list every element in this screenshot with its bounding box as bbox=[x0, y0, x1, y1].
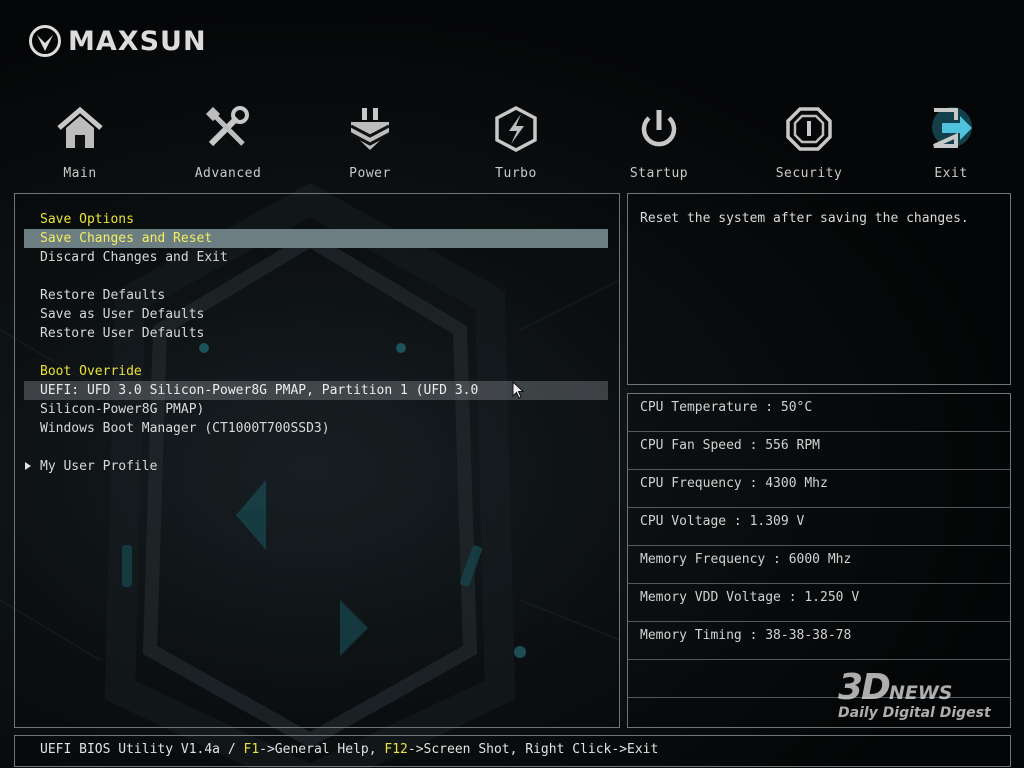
tab-turbo-label: Turbo bbox=[495, 166, 537, 181]
stat-memory-frequency: Memory Frequency : 6000 Mhz bbox=[628, 546, 1010, 584]
exit-door-icon bbox=[932, 107, 972, 148]
tab-advanced[interactable]: Advanced bbox=[168, 100, 288, 186]
turbo-bolt-icon bbox=[495, 106, 537, 152]
maxsun-logo: MAXSUN bbox=[28, 24, 207, 58]
3dnews-watermark: 3DNEWS Daily Digital Digest bbox=[838, 670, 998, 722]
home-icon bbox=[57, 106, 103, 148]
maxsun-emblem-icon bbox=[29, 25, 61, 57]
stat-memory-timing: Memory Timing : 38-38-38-78 bbox=[628, 622, 1010, 660]
tab-exit-label: Exit bbox=[934, 166, 968, 181]
menu-restore-defaults[interactable]: Restore Defaults bbox=[24, 286, 608, 305]
tab-startup[interactable]: Startup bbox=[599, 100, 719, 186]
section-save-options: Save Options bbox=[40, 212, 134, 227]
menu-restore-user-defaults[interactable]: Restore User Defaults bbox=[24, 324, 608, 343]
tab-startup-label: Startup bbox=[629, 166, 689, 181]
menu-boot-uefi-ufd-continued[interactable]: Silicon-Power8G PMAP) bbox=[24, 400, 608, 419]
watermark-tagline: Daily Digital Digest bbox=[838, 705, 991, 721]
footer-bar: UEFI BIOS Utility V1.4a / F1->General He… bbox=[14, 735, 1011, 767]
tab-main[interactable]: Main bbox=[20, 100, 140, 186]
menu-my-user-profile[interactable]: My User Profile bbox=[24, 457, 608, 476]
footer-help-line: UEFI BIOS Utility V1.4a / F1->General He… bbox=[40, 742, 658, 757]
footer-text-screenshot: ->Screen Shot, Right Click->Exit bbox=[407, 742, 659, 757]
menu-save-changes-reset[interactable]: Save Changes and Reset bbox=[24, 229, 608, 248]
section-boot-override: Boot Override bbox=[40, 364, 142, 379]
stat-cpu-voltage: CPU Voltage : 1.309 V bbox=[628, 508, 1010, 546]
watermark-3d: 3D bbox=[838, 667, 891, 708]
footer-text-help: ->General Help, bbox=[259, 742, 385, 757]
help-panel: Reset the system after saving the change… bbox=[627, 193, 1011, 385]
footer-key-f1: F1 bbox=[243, 742, 260, 757]
tab-main-label: Main bbox=[63, 166, 97, 181]
brand-name: MAXSUN bbox=[68, 25, 207, 57]
footer-prefix: UEFI BIOS Utility V1.4a / bbox=[40, 742, 244, 757]
stat-cpu-frequency: CPU Frequency : 4300 Mhz bbox=[628, 470, 1010, 508]
help-description: Reset the system after saving the change… bbox=[640, 211, 969, 226]
tab-turbo[interactable]: Turbo bbox=[456, 100, 576, 186]
tab-exit[interactable]: Exit bbox=[891, 100, 1011, 186]
power-button-icon bbox=[641, 110, 677, 147]
top-navigation: Main Advanced Power Turbo Startup Securi… bbox=[0, 100, 1024, 186]
tab-power[interactable]: Power bbox=[310, 100, 430, 186]
shield-icon bbox=[786, 107, 832, 151]
tab-power-label: Power bbox=[349, 166, 391, 181]
watermark-news: NEWS bbox=[888, 682, 953, 704]
stat-cpu-fan-speed: CPU Fan Speed : 556 RPM bbox=[628, 432, 1010, 470]
stat-memory-vdd-voltage: Memory VDD Voltage : 1.250 V bbox=[628, 584, 1010, 622]
exit-menu-panel: Save Options Save Changes and Reset Disc… bbox=[14, 193, 620, 728]
tab-advanced-label: Advanced bbox=[194, 166, 262, 181]
tab-security-label: Security bbox=[775, 166, 843, 181]
power-plug-icon bbox=[350, 108, 390, 150]
tab-security[interactable]: Security bbox=[749, 100, 869, 186]
tools-icon bbox=[205, 106, 249, 147]
footer-key-f12: F12 bbox=[384, 742, 408, 757]
menu-boot-windows-manager[interactable]: Windows Boot Manager (CT1000T700SSD3) bbox=[24, 419, 608, 438]
stat-cpu-temperature: CPU Temperature : 50°C bbox=[628, 394, 1010, 432]
mouse-pointer-icon bbox=[512, 381, 524, 399]
menu-save-user-defaults[interactable]: Save as User Defaults bbox=[24, 305, 608, 324]
menu-discard-changes-exit[interactable]: Discard Changes and Exit bbox=[24, 248, 608, 267]
